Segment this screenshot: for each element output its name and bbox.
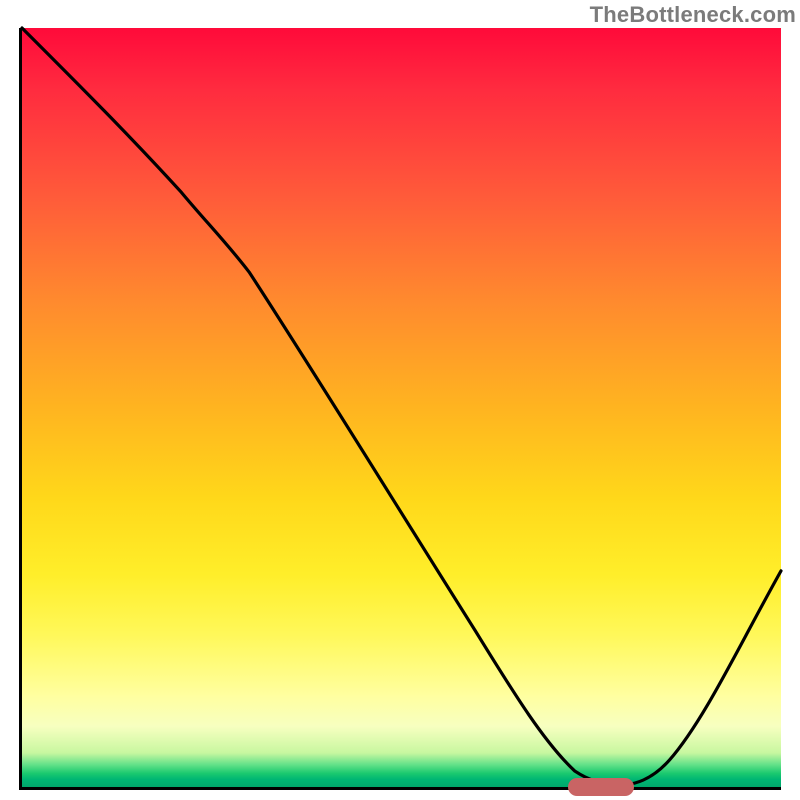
bottleneck-curve-path xyxy=(22,28,781,785)
optimal-range-marker xyxy=(568,778,634,796)
plot-area xyxy=(19,28,781,790)
curve-layer xyxy=(22,28,781,787)
watermark-text: TheBottleneck.com xyxy=(590,2,796,28)
bottleneck-chart: TheBottleneck.com xyxy=(0,0,800,800)
